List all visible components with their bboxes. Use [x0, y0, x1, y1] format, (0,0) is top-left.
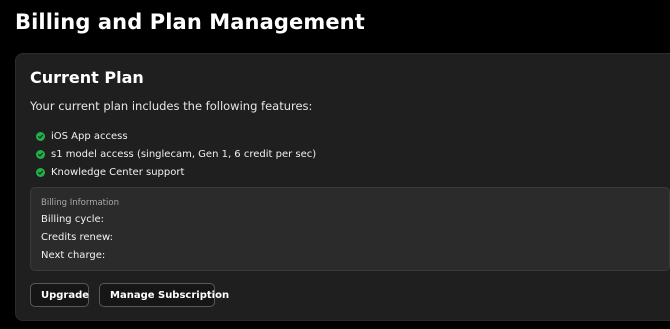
feature-label: s1 model access (singlecam, Gen 1, 6 cre…	[51, 148, 317, 160]
manage-subscription-button[interactable]: Manage Subscription	[99, 283, 229, 307]
check-circle-icon	[36, 149, 45, 159]
check-circle-icon	[36, 167, 45, 177]
check-circle-icon	[36, 131, 45, 141]
feature-list: iOS App access s1 model access (singleca…	[36, 127, 316, 181]
feature-label: Knowledge Center support	[51, 166, 185, 178]
current-plan-title: Current Plan	[30, 68, 144, 87]
billing-info-heading: Billing Information	[41, 198, 119, 208]
plan-description: Your current plan includes the following…	[30, 99, 313, 113]
feature-label: iOS App access	[51, 130, 128, 142]
next-charge-label: Next charge:	[41, 250, 106, 261]
page-title: Billing and Plan Management	[15, 10, 365, 34]
feature-item: iOS App access	[36, 127, 316, 145]
feature-item: Knowledge Center support	[36, 163, 316, 181]
current-plan-card: Current Plan Your current plan includes …	[15, 53, 670, 321]
billing-info-panel: Billing Information Billing cycle: Credi…	[30, 187, 670, 271]
upgrade-button[interactable]: Upgrade	[30, 283, 89, 307]
feature-item: s1 model access (singlecam, Gen 1, 6 cre…	[36, 145, 316, 163]
billing-cycle-label: Billing cycle:	[41, 214, 105, 225]
credits-renew-label: Credits renew:	[41, 232, 113, 243]
